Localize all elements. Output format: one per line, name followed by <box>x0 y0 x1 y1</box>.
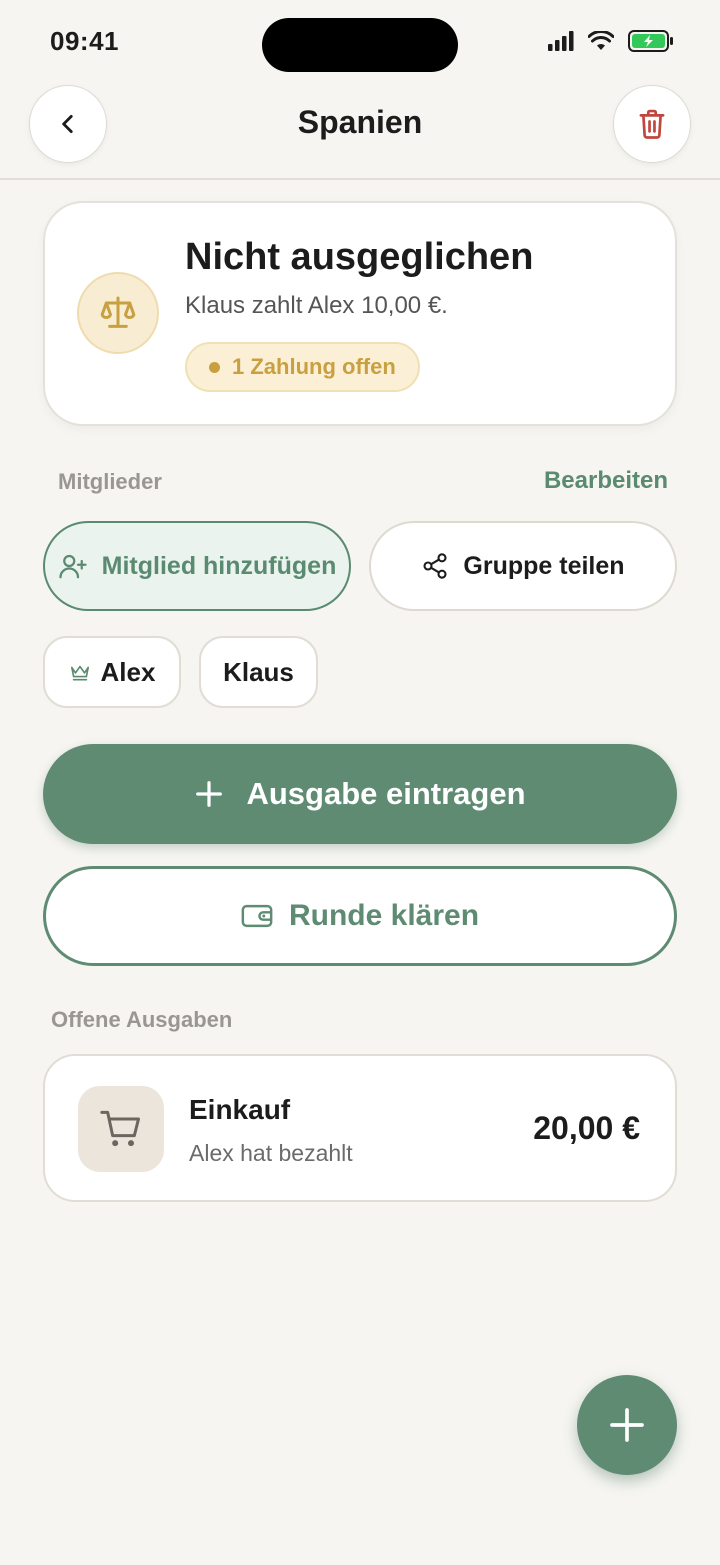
dynamic-island <box>262 18 458 72</box>
delete-group-button[interactable] <box>613 85 691 163</box>
scale-icon <box>100 296 136 328</box>
member-chip-alex[interactable]: Alex <box>43 636 181 708</box>
header-divider <box>0 178 720 180</box>
battery-icon <box>628 30 673 52</box>
expense-payer: Alex hat bezahlt <box>189 1140 353 1166</box>
status-icons <box>548 30 674 52</box>
wifi-icon <box>588 31 614 50</box>
share-group-button[interactable]: Gruppe teilen <box>369 521 677 611</box>
members-section-label: Mitglieder <box>58 469 162 494</box>
badge-label: 1 Zahlung offen <box>232 354 396 379</box>
share-icon <box>423 553 447 579</box>
floating-add-button[interactable] <box>577 1375 677 1475</box>
member-name: Klaus <box>223 656 294 687</box>
member-name: Alex <box>100 656 156 687</box>
balance-status-subtitle: Klaus zahlt Alex 10,00 €. <box>185 292 448 319</box>
settle-round-label: Runde klären <box>288 899 480 932</box>
plus-icon <box>196 781 223 807</box>
add-expense-label: Ausgabe eintragen <box>246 776 526 811</box>
add-member-button[interactable]: Mitglied hinzufügen <box>43 521 351 611</box>
cart-icon <box>100 1110 140 1147</box>
plus-icon <box>610 1408 644 1442</box>
trash-icon <box>639 109 665 139</box>
member-chip-klaus[interactable]: Klaus <box>199 636 318 708</box>
badge-dot <box>209 361 220 373</box>
signal-icon <box>548 31 574 51</box>
add-user-icon <box>59 554 87 579</box>
balance-status-title: Nicht ausgeglichen <box>185 236 534 278</box>
settle-round-button[interactable]: Runde klären <box>43 866 677 966</box>
status-time: 09:41 <box>50 26 119 56</box>
wallet-icon <box>241 904 273 928</box>
scale-icon-container <box>77 272 159 354</box>
open-expenses-label: Offene Ausgaben <box>51 1007 233 1032</box>
share-group-label: Gruppe teilen <box>463 551 625 580</box>
add-expense-button[interactable]: Ausgabe eintragen <box>43 744 677 844</box>
cart-icon-container <box>78 1086 164 1172</box>
expense-name: Einkauf <box>189 1094 291 1125</box>
expense-amount: 20,00 € <box>533 1110 640 1146</box>
add-member-label: Mitglied hinzufügen <box>101 551 337 580</box>
pending-payments-badge: 1 Zahlung offen <box>185 342 420 392</box>
edit-members-link[interactable]: Bearbeiten <box>544 467 668 495</box>
page-title: Spanien <box>297 104 423 140</box>
crown-icon <box>70 665 89 681</box>
